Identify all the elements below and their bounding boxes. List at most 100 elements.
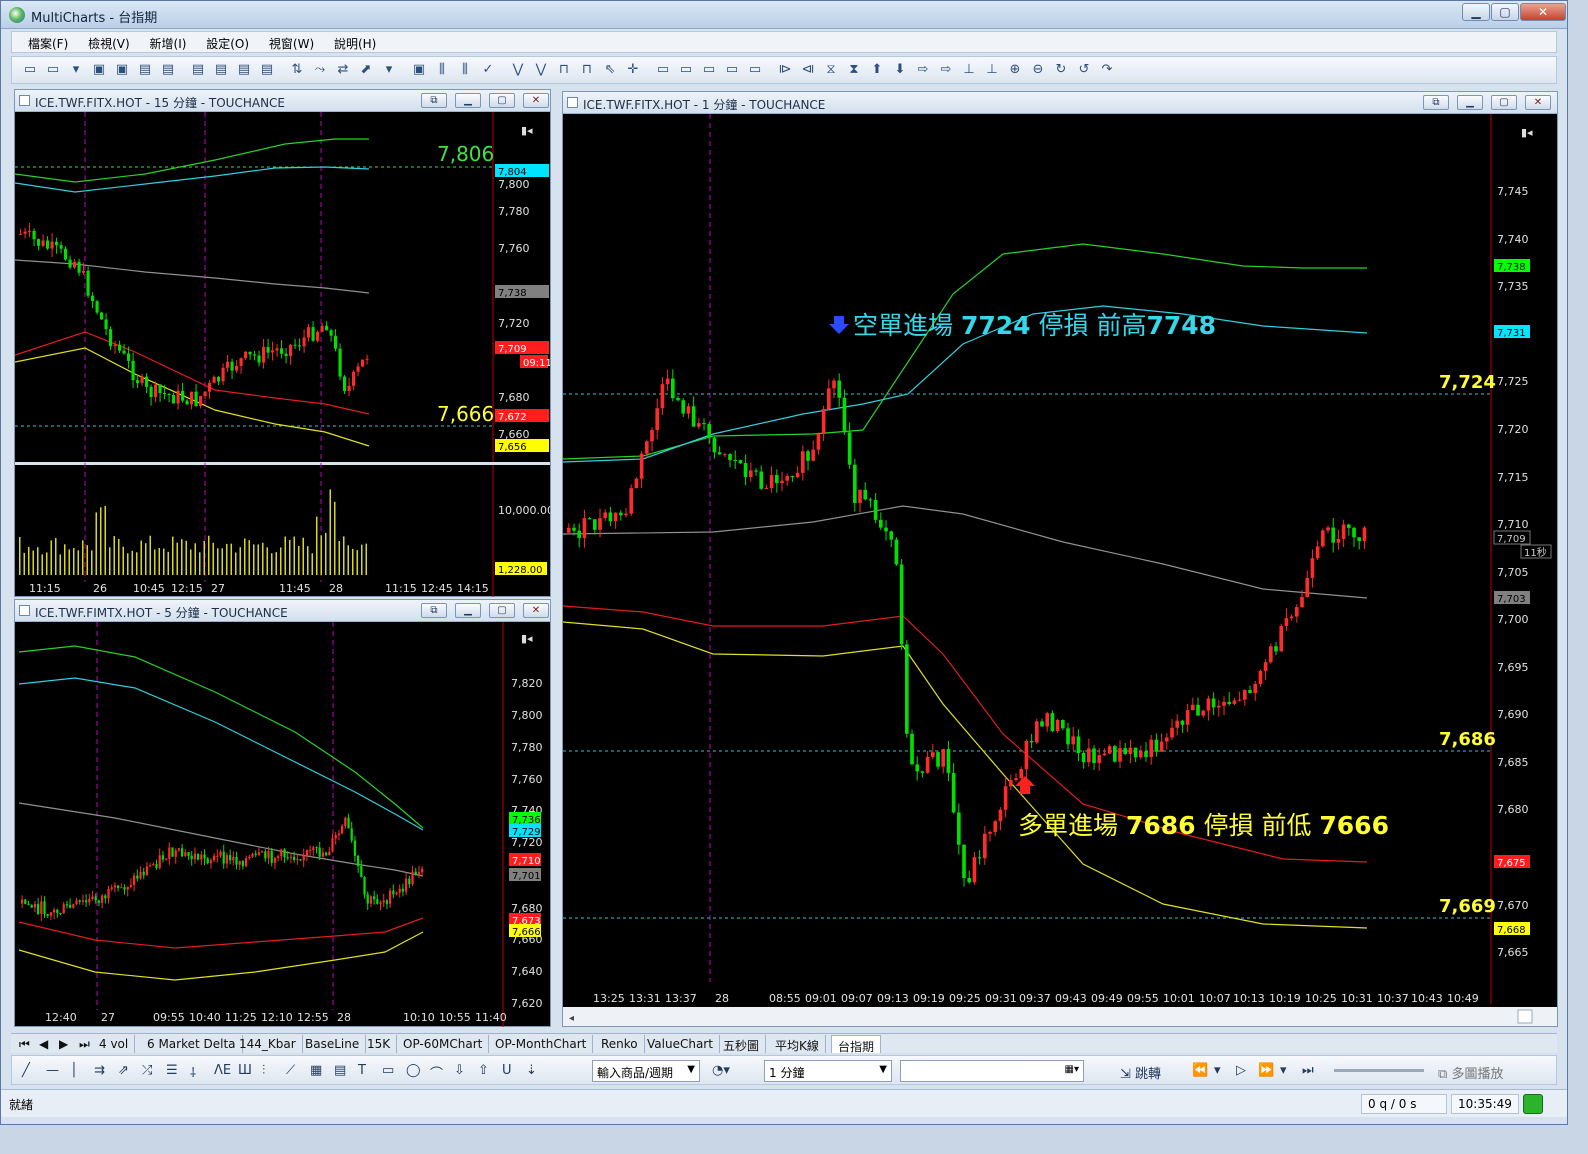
toolbar-tool-icon[interactable]: ⬆ [869,62,885,78]
clock-icon[interactable]: ◔▾ [712,1063,730,1078]
playback-control-icon[interactable]: ⏪ [1192,1063,1208,1078]
interval-select[interactable]: 1 分鐘 ▼ [764,1060,892,1082]
chart-maximize-button[interactable]: ▢ [489,93,515,108]
minimize-button[interactable]: ▁ [1462,3,1490,21]
menu-insert[interactable]: 新增(I) [142,32,195,52]
scroll-latest-icon[interactable]: ▮◂ [521,632,533,645]
toolbar-tool-icon[interactable]: ⊓ [579,62,595,78]
toolbar-tool-icon[interactable]: ▤ [236,62,252,78]
drawing-tool-icon[interactable]: — [46,1063,59,1078]
toolbar-tool-icon[interactable]: ⊖ [1030,62,1046,78]
toolbar-tool-icon[interactable]: ⋁ [510,62,526,78]
toolbar-tool-icon[interactable]: ▤ [137,62,153,78]
toolbar-tool-icon[interactable]: ✛ [625,62,641,78]
toolbar-tool-icon[interactable]: ↻ [1053,62,1069,78]
chart-minimize-button[interactable]: ▁ [1457,95,1483,110]
toolbar-tool-icon[interactable]: ⇖ [602,62,618,78]
drawing-tool-icon[interactable]: ▦ [310,1063,322,1078]
toolbar-tool-icon[interactable]: ⫼ [457,62,473,78]
toolbar-tool-icon[interactable]: ▭ [747,62,763,78]
date-input[interactable]: ▦▾ [900,1060,1084,1082]
menu-file[interactable]: 檔案(F) [20,32,76,52]
tab-workspace[interactable]: 平均K線 [769,1035,826,1053]
symbol-select[interactable]: 輸入商品/週期 ▼ [592,1060,700,1082]
chart-canvas[interactable]: 7,8067,6667,8007,7807,7607,7207,6807,660… [15,112,550,597]
tab-nav-prev-icon[interactable]: ◀ [33,1035,54,1053]
toolbar-tool-icon[interactable]: ▭ [701,62,717,78]
jump-button[interactable]: ⇲ 跳轉 [1120,1063,1161,1082]
chart-maximize-button[interactable]: ▢ [1491,95,1517,110]
toolbar-tool-icon[interactable]: ⫼ [434,62,450,78]
toolbar-tool-icon[interactable]: ▭ [678,62,694,78]
multi-playback-button[interactable]: ⧉ 多圖播放 [1438,1063,1503,1082]
drawing-tool-icon[interactable]: ⤮ [142,1063,152,1078]
chart-restore-button[interactable]: ⧉ [421,603,447,618]
toolbar-tool-icon[interactable]: ↺ [1076,62,1092,78]
chart-close-button[interactable]: ✕ [523,93,549,108]
toolbar-tool-icon[interactable]: ↷ [1099,62,1115,78]
scroll-latest-icon[interactable]: ▮◂ [1521,126,1533,139]
tab-workspace[interactable]: 五秒圖 [717,1035,767,1053]
scroll-latest-icon[interactable]: ▮◂ [521,124,533,137]
scroll-left-icon[interactable]: ◂ [569,1013,574,1024]
chart-minimize-button[interactable]: ▁ [455,93,481,108]
toolbar-tool-icon[interactable]: ▭ [22,62,38,78]
toolbar-tool-icon[interactable]: ⧐ [777,62,793,78]
toolbar-tool-icon[interactable]: ⋁ [533,62,549,78]
toolbar-tool-icon[interactable]: ▣ [114,62,130,78]
drawing-tool-icon[interactable]: ▭ [382,1063,394,1078]
menu-window[interactable]: 視窗(W) [261,32,322,52]
toolbar-tool-icon[interactable]: ▤ [213,62,229,78]
chart-canvas[interactable]: 7,724 7,686 7,669 7,745 7,740 7,735 7,725 7,720… [563,114,1557,1026]
maximize-button[interactable]: ▢ [1491,3,1519,21]
tab-workspace[interactable]: 4 vol [93,1035,136,1053]
toolbar-tool-icon[interactable]: ⇅ [289,62,305,78]
chart-close-button[interactable]: ✕ [523,603,549,618]
drawing-tool-icon[interactable]: ╱ [22,1063,30,1078]
tab-workspace[interactable]: BaseLine [299,1035,367,1053]
toolbar-tool-icon[interactable]: ▾ [381,62,397,78]
drawing-tool-icon[interactable]: Ш [238,1063,252,1078]
playback-control-icon[interactable]: ⏭ [1302,1063,1314,1078]
tab-workspace[interactable]: OP-60MChart [397,1035,490,1053]
toolbar-tool-icon[interactable]: ⇄ [335,62,351,78]
chart-maximize-button[interactable]: ▢ [489,603,515,618]
tab-workspace[interactable]: ValueChart [641,1035,720,1053]
drawing-tool-icon[interactable]: ⇩ [454,1063,465,1078]
drawing-tool-icon[interactable]: U [502,1063,512,1078]
horizontal-scrollbar[interactable] [563,1007,1557,1026]
toolbar-tool-icon[interactable]: ▤ [190,62,206,78]
drawing-tool-icon[interactable]: ⟋ [286,1063,295,1078]
drawing-tool-icon[interactable]: ɅE [214,1063,231,1078]
toolbar-tool-icon[interactable]: ⬇ [892,62,908,78]
drawing-tool-icon[interactable]: ⇣ [526,1063,537,1078]
tab-workspace[interactable]: Renko [595,1035,645,1053]
toolbar-tool-icon[interactable]: ⊥ [961,62,977,78]
drawing-tool-icon[interactable]: ▤ [334,1063,346,1078]
scrollbar-thumb[interactable] [1517,1009,1533,1024]
drawing-tool-icon[interactable]: ⇗ [118,1063,129,1078]
close-button[interactable]: ✕ [1520,3,1566,21]
toolbar-tool-icon[interactable]: ▤ [160,62,176,78]
chart-minimize-button[interactable]: ▁ [455,603,481,618]
menu-help[interactable]: 說明(H) [326,32,384,52]
playback-control-icon[interactable]: ▾ [1280,1063,1287,1078]
toolbar-tool-icon[interactable]: ⧖ [823,62,839,78]
playback-control-icon[interactable]: ⏩ [1258,1063,1274,1078]
drawing-tool-icon[interactable]: ⫶ [262,1063,265,1078]
drawing-tool-icon[interactable]: ⇉ [94,1063,105,1078]
chart-canvas[interactable]: 7,8207,8007,7807,7607,7407,7207,6807,660… [15,622,550,1027]
toolbar-tool-icon[interactable]: ▭ [724,62,740,78]
tab-nav-next-icon[interactable]: ▶ [53,1035,74,1053]
tab-workspace[interactable]: OP-MonthChart [489,1035,594,1053]
toolbar-tool-icon[interactable]: ⊕ [1007,62,1023,78]
toolbar-tool-icon[interactable]: ⊓ [556,62,572,78]
toolbar-tool-icon[interactable]: ✓ [480,62,496,78]
tab-workspace[interactable]: 台指期 [831,1035,882,1054]
drawing-tool-icon[interactable]: ⸸ [190,1063,196,1081]
toolbar-tool-icon[interactable]: ⤳ [312,62,328,78]
toolbar-tool-icon[interactable]: ▣ [411,62,427,78]
drawing-tool-icon[interactable]: ◯ [406,1063,421,1078]
drawing-tool-icon[interactable]: T [358,1063,366,1078]
toolbar-tool-icon[interactable]: ▤ [259,62,275,78]
